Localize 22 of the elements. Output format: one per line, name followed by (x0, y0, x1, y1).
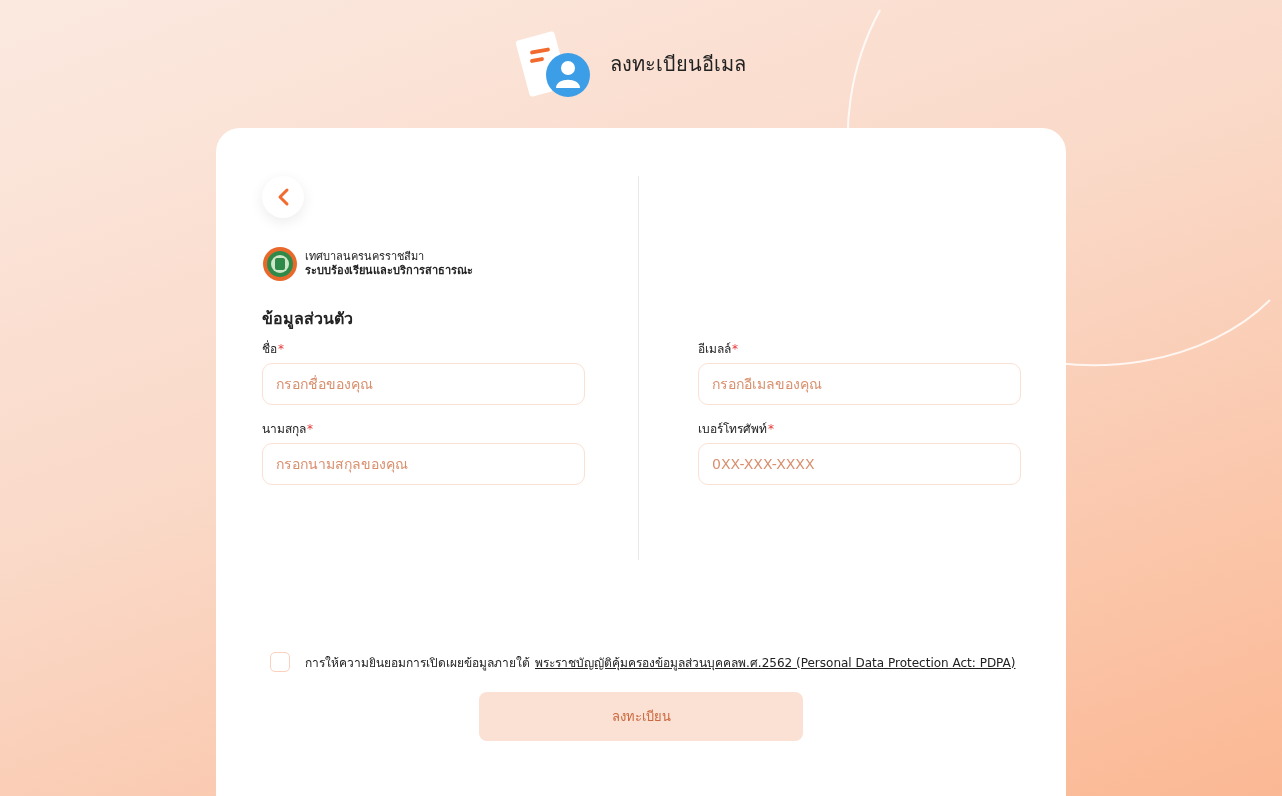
chevron-left-icon (276, 187, 290, 207)
field-label: ชื่อ (262, 342, 277, 356)
section-title: ข้อมูลส่วนตัว (262, 308, 354, 331)
field-label: นามสกุล (262, 422, 306, 436)
required-mark: * (732, 342, 738, 356)
required-mark: * (768, 422, 774, 436)
input-field[interactable]: 0XX-XXX-XXXX (698, 443, 1021, 485)
consent-text: การให้ความยินยอมการเปิดเผยข้อมูลภายใต้ (305, 654, 530, 672)
emblem-icon (262, 246, 298, 282)
consent-checkbox[interactable] (270, 652, 290, 672)
required-mark: * (278, 342, 284, 356)
required-mark: * (307, 422, 313, 436)
field-label: เบอร์โทรศัพท์ (698, 422, 767, 436)
input-field[interactable]: กรอกชื่อของคุณ (262, 363, 585, 405)
organization-name: เทศบาลนครนครราชสีมา (305, 250, 425, 264)
input-field[interactable]: กรอกอีเมลของคุณ (698, 363, 1021, 405)
input-field[interactable]: กรอกนามสกุลของคุณ (262, 443, 585, 485)
pdpa-link[interactable]: พระราชบัญญัติคุ้มครองข้อมูลส่วนบุคคลพ.ศ.2562 (Personal Data Protection Act: PDPA) (535, 652, 1016, 672)
page-title: ลงทะเบียนอีเมล (610, 51, 746, 78)
system-name: ระบบร้องเรียนและบริการสาธารณะ (305, 264, 473, 278)
field-label: อีเมลล์ (698, 342, 731, 356)
back-button[interactable] (262, 176, 304, 218)
